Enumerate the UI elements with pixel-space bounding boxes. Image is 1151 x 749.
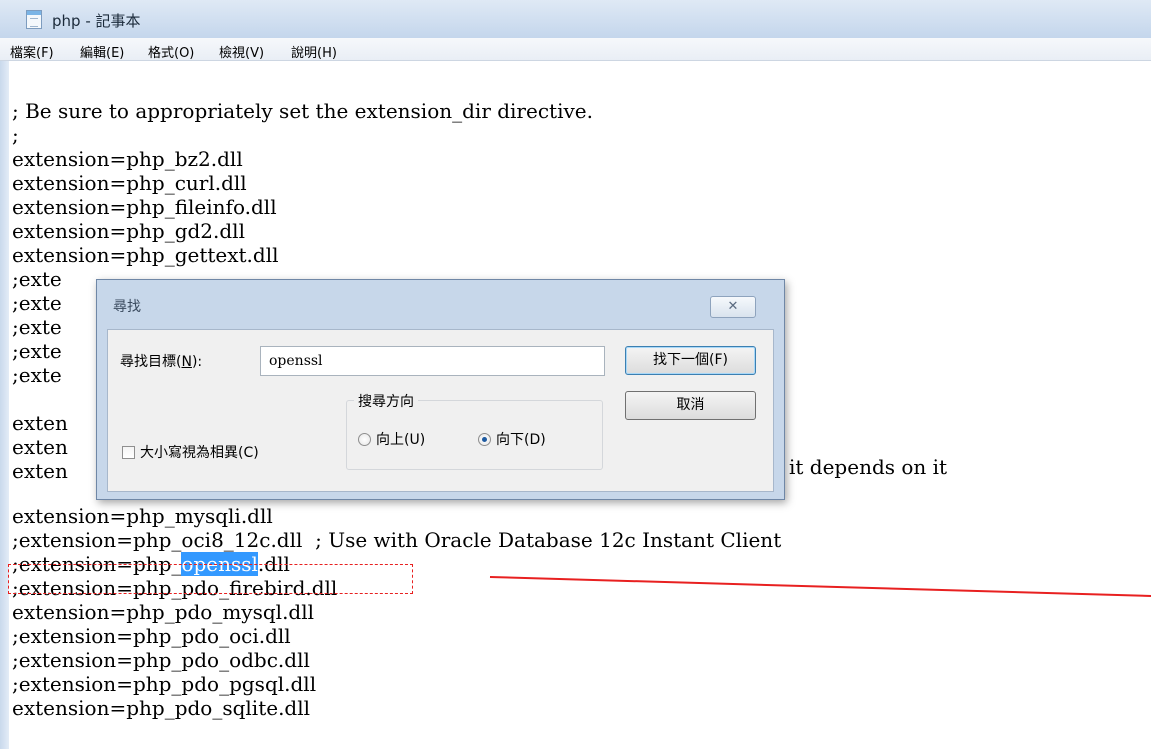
menu-help[interactable]: 說明(H) bbox=[291, 42, 337, 61]
editor-line: ;exte bbox=[12, 291, 62, 315]
editor-line: ; bbox=[12, 123, 19, 147]
editor-line: extension=php_gettext.dll bbox=[12, 243, 279, 267]
menu-view[interactable]: 檢視(V) bbox=[219, 42, 264, 61]
editor-line: extension=php_pdo_mysql.dll bbox=[12, 600, 315, 624]
match-case-label[interactable]: 大小寫視為相異(C) bbox=[140, 442, 259, 462]
direction-group-title: 搜尋方向 bbox=[354, 391, 418, 411]
editor-line: ; Be sure to appropriately set the exten… bbox=[12, 99, 593, 123]
window-title: php - 記事本 bbox=[52, 12, 141, 30]
find-what-input[interactable]: openssl bbox=[260, 346, 605, 376]
editor-line: extension=php_gd2.dll bbox=[12, 219, 245, 243]
editor-line: exten bbox=[12, 435, 68, 459]
editor-line: extension=php_pdo_sqlite.dll bbox=[12, 696, 311, 720]
editor-line: ;exte bbox=[12, 363, 62, 387]
find-what-label: 尋找目標(N): bbox=[120, 354, 203, 370]
dialog-body: 尋找目標(N): openssl 找下一個(F) 取消 搜尋方向 向上(U) 向… bbox=[107, 329, 774, 492]
title-bar: php - 記事本 bbox=[0, 0, 1151, 38]
menu-bar: 檔案(F) 編輯(E) 格式(O) 檢視(V) 說明(H) bbox=[0, 38, 1151, 61]
dialog-title: 尋找 bbox=[113, 299, 141, 315]
direction-up-radio[interactable] bbox=[358, 433, 371, 446]
editor-line: extension=php_fileinfo.dll bbox=[12, 195, 277, 219]
editor-line: ;exte bbox=[12, 339, 62, 363]
find-dialog: 尋找 ✕ 尋找目標(N): openssl 找下一個(F) 取消 搜尋方向 向上… bbox=[96, 279, 785, 500]
editor-line-fragment: it depends on it bbox=[789, 455, 948, 479]
highlight-annotation-box bbox=[8, 564, 413, 594]
direction-down-label[interactable]: 向下(D) bbox=[496, 429, 546, 449]
menu-edit[interactable]: 編輯(E) bbox=[80, 42, 124, 61]
editor-left-border bbox=[0, 61, 9, 749]
editor-line: extension=php_curl.dll bbox=[12, 171, 247, 195]
editor-line: ;extension=php_pdo_odbc.dll bbox=[12, 648, 310, 672]
find-next-button[interactable]: 找下一個(F) bbox=[625, 346, 756, 375]
menu-format[interactable]: 格式(O) bbox=[148, 42, 194, 61]
editor-line: exten bbox=[12, 459, 68, 483]
editor-line: ;exte bbox=[12, 267, 62, 291]
editor-line: ;extension=php_oci8_12c.dll ; Use with O… bbox=[12, 528, 782, 552]
menu-file[interactable]: 檔案(F) bbox=[10, 42, 54, 61]
notepad-icon bbox=[26, 10, 42, 29]
direction-down-radio[interactable] bbox=[478, 433, 491, 446]
match-case-checkbox[interactable] bbox=[122, 446, 135, 459]
cancel-button[interactable]: 取消 bbox=[625, 391, 756, 420]
editor-line: extension=php_bz2.dll bbox=[12, 147, 243, 171]
editor-line: exten bbox=[12, 411, 68, 435]
editor-line: ;extension=php_pdo_pgsql.dll bbox=[12, 672, 317, 696]
editor-line: extension=php_mysqli.dll bbox=[12, 504, 273, 528]
close-icon[interactable]: ✕ bbox=[710, 296, 756, 318]
editor-line: ;extension=php_pdo_oci.dll bbox=[12, 624, 291, 648]
editor-line: ;exte bbox=[12, 315, 62, 339]
direction-up-label[interactable]: 向上(U) bbox=[376, 429, 425, 449]
